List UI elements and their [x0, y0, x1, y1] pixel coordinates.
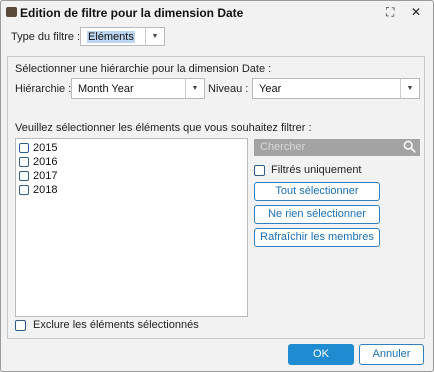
list-item[interactable]: 2018 — [19, 184, 57, 197]
checkbox[interactable] — [19, 157, 29, 168]
title-bar[interactable]: Edition de filtre pour la dimension Date… — [1, 1, 433, 25]
filter-dialog: Edition de filtre pour la dimension Date… — [0, 0, 434, 372]
dialog-title: Edition de filtre pour la dimension Date — [20, 6, 244, 20]
list-item[interactable]: 2015 — [19, 142, 57, 155]
close-icon[interactable]: ✕ — [411, 5, 421, 19]
search-placeholder: Chercher — [260, 141, 306, 153]
chevron-down-icon: ▼ — [185, 79, 204, 98]
filter-type-select[interactable]: Eléments ▼ — [80, 27, 165, 46]
checkbox[interactable] — [19, 143, 29, 154]
hierarchy-value: Month Year — [78, 83, 134, 95]
hierarchy-label: Hiérarchie : — [15, 83, 72, 95]
level-value: Year — [259, 83, 282, 95]
select-all-button[interactable]: Tout sélectionner — [254, 182, 380, 201]
select-none-button[interactable]: Ne rien sélectionner — [254, 205, 380, 224]
list-item[interactable]: 2016 — [19, 156, 57, 169]
level-select[interactable]: Year ▼ — [252, 78, 420, 99]
refresh-members-button[interactable]: Rafraîchir les membres — [254, 228, 380, 247]
ok-button[interactable]: OK — [288, 344, 354, 365]
search-icon[interactable] — [403, 140, 416, 158]
filter-type-label: Type du filtre : — [11, 31, 81, 43]
filtered-only-checkbox[interactable] — [254, 164, 265, 176]
filtered-only-option[interactable]: Filtrés uniquement — [254, 164, 362, 176]
app-logo-icon — [6, 7, 17, 17]
cancel-button[interactable]: Annuler — [359, 344, 424, 365]
filter-type-value: Eléments — [87, 31, 135, 43]
level-label: Niveau : — [208, 83, 249, 95]
checkbox[interactable] — [19, 171, 29, 182]
exclude-checkbox[interactable] — [15, 319, 26, 331]
hierarchy-heading: Sélectionner une hiérarchie pour la dime… — [15, 63, 272, 75]
hierarchy-select[interactable]: Month Year ▼ — [71, 78, 205, 99]
chevron-down-icon: ▼ — [400, 79, 419, 98]
exclude-option[interactable]: Exclure les éléments sélectionnés — [15, 319, 199, 331]
chevron-down-icon: ▼ — [145, 28, 164, 45]
search-input[interactable]: Chercher — [254, 139, 420, 156]
maximize-icon[interactable]: ⛶ — [386, 5, 394, 19]
list-item[interactable]: 2017 — [19, 170, 57, 183]
elements-heading: Veuillez sélectionner les éléments que v… — [15, 122, 312, 134]
elements-listbox[interactable]: 2015 2016 2017 2018 — [15, 138, 248, 317]
checkbox[interactable] — [19, 185, 29, 196]
